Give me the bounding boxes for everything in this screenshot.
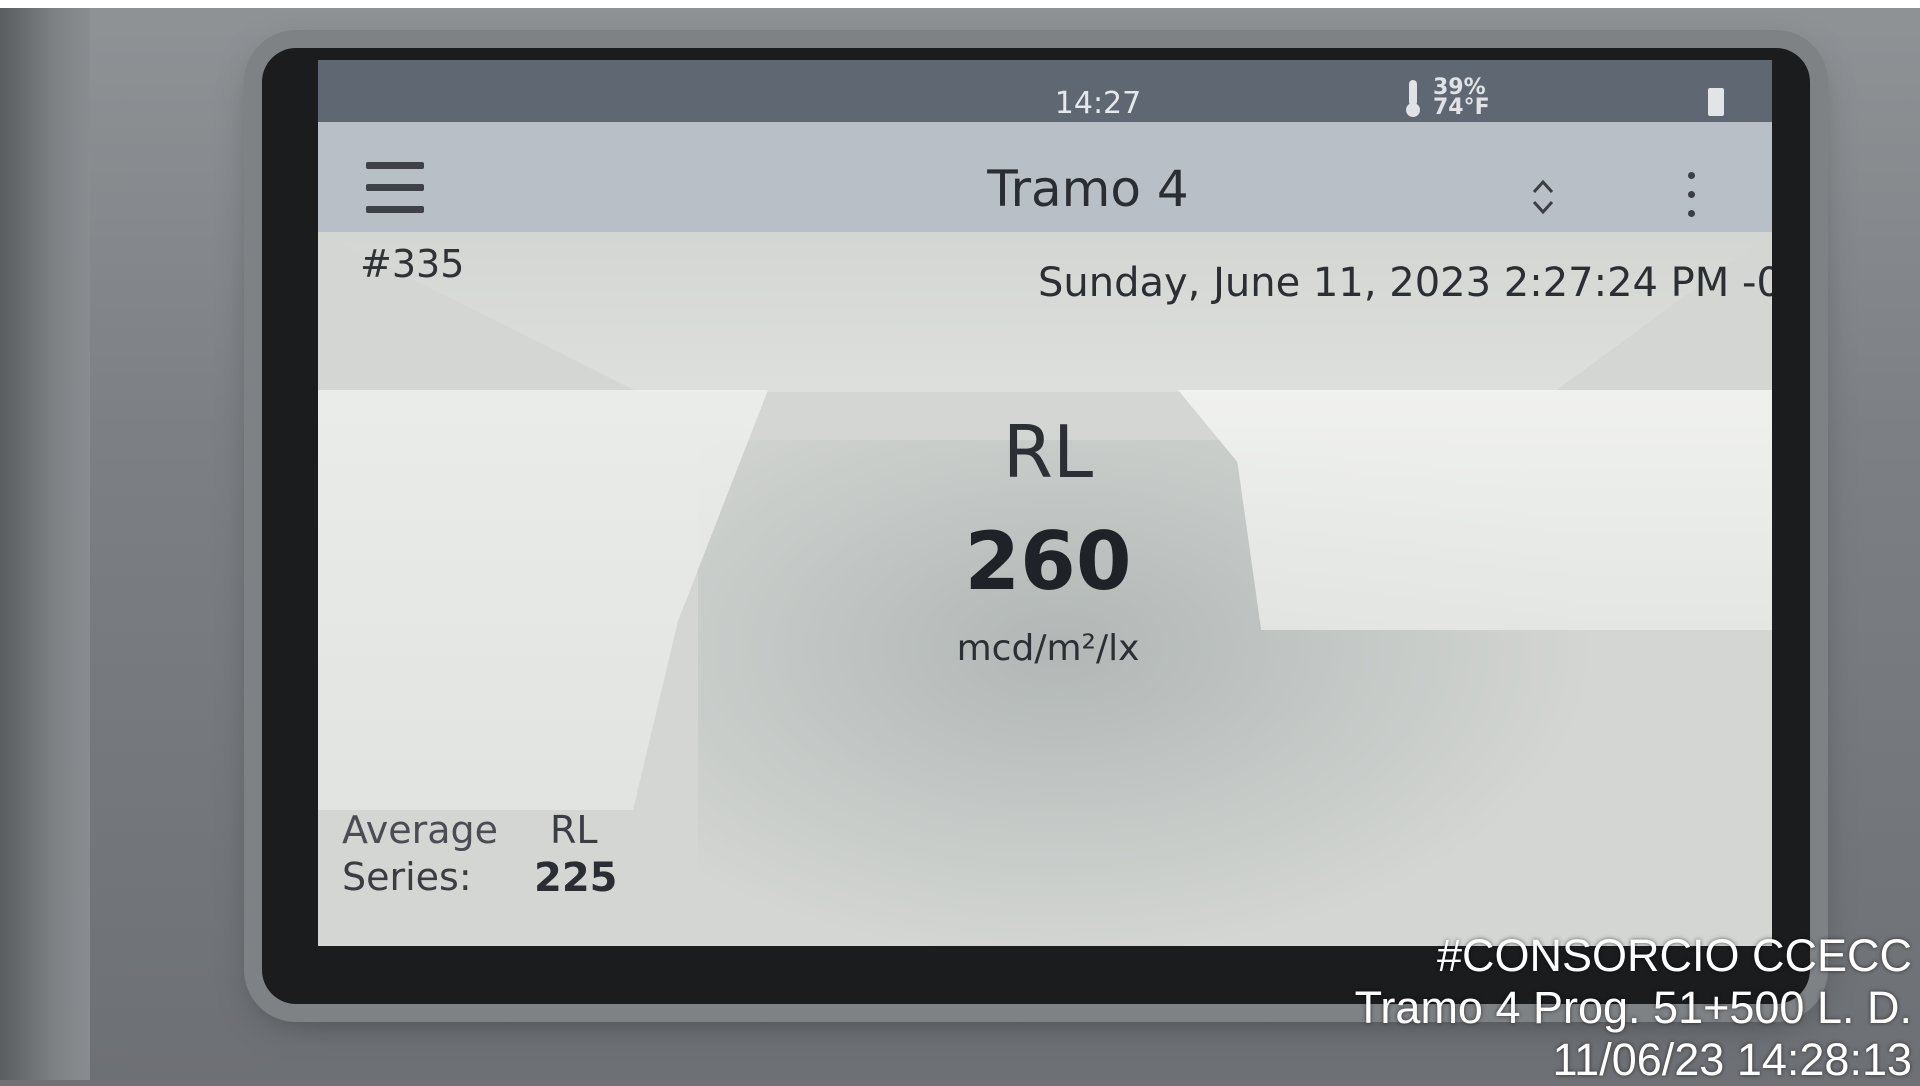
screen-glare <box>318 232 1772 392</box>
title-bar: Tramo 4 <box>318 122 1772 232</box>
watermark-line2: Tramo 4 Prog. 51+500 L. D. <box>1354 982 1912 1033</box>
thermometer-icon <box>1406 80 1420 117</box>
watermark-line1: #CONSORCIO CCECC <box>1436 930 1912 981</box>
device-housing-edge <box>0 8 90 1080</box>
screen-glare <box>1178 390 1772 630</box>
photo-top-edge <box>0 0 1920 8</box>
measurement-datetime: Sunday, June 11, 2023 2:27:24 PM -05 <box>1038 260 1772 306</box>
page-title: Tramo 4 <box>987 160 1189 218</box>
environment-text: 39% 74°F <box>1433 77 1490 120</box>
series-metric: RL <box>550 808 598 852</box>
up-down-chevron-icon[interactable] <box>1528 174 1558 220</box>
menu-icon[interactable] <box>366 162 424 218</box>
status-time: 14:27 <box>1054 86 1142 121</box>
temperature-value: 74°F <box>1433 95 1490 120</box>
kebab-menu-icon[interactable] <box>1688 172 1698 232</box>
measurement-unit: mcd/m²/lx <box>956 628 1140 669</box>
series-label-line2: Series: <box>342 855 472 899</box>
photo-watermark: #CONSORCIO CCECC Tramo 4 Prog. 51+500 L.… <box>1355 930 1912 1086</box>
status-bar: 14:27 39% 74°F <box>318 60 1772 122</box>
environment-readout: 39% 74°F <box>1403 76 1553 120</box>
measurement-value: 260 <box>964 515 1132 608</box>
battery-icon <box>1708 88 1724 116</box>
series-label-line1: Average <box>342 808 499 852</box>
measurement-label: RL <box>1002 410 1094 494</box>
record-number: #335 <box>360 242 465 286</box>
device-screen: 14:27 39% 74°F Tramo 4 #335 Sunday, June… <box>318 60 1772 946</box>
series-average-value: 225 <box>534 855 618 901</box>
watermark-line3: 11/06/23 14:28:13 <box>1552 1034 1913 1085</box>
